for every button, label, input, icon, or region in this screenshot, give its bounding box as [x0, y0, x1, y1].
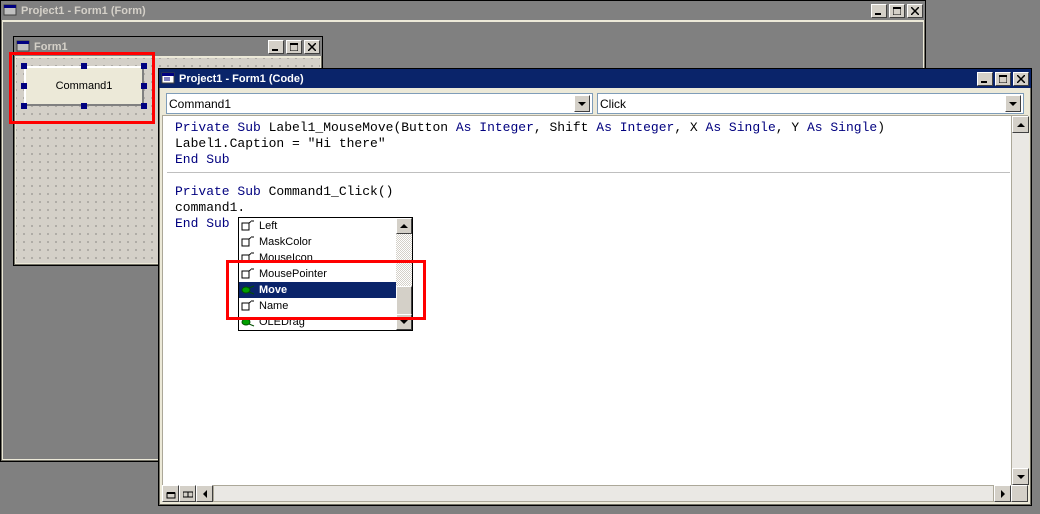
maximize-button[interactable]	[889, 4, 905, 18]
intellisense-item-label: MouseIcon	[259, 252, 313, 264]
horizontal-scrollbar[interactable]	[162, 485, 1028, 502]
procedure-view-button[interactable]	[162, 485, 179, 502]
vertical-scrollbar[interactable]	[1011, 116, 1028, 485]
intellisense-item[interactable]: Left	[239, 218, 396, 234]
intellisense-scrollbar[interactable]	[396, 218, 412, 330]
code-text: Private Sub	[175, 120, 269, 135]
property-icon	[241, 252, 255, 264]
procedure-combobox[interactable]: Click	[597, 93, 1024, 114]
intellisense-item[interactable]: Name	[239, 298, 396, 314]
object-combobox[interactable]: Command1	[166, 93, 593, 114]
code-toolbar: Command1 Click	[162, 91, 1028, 115]
intellisense-scroll-thumb[interactable]	[396, 286, 412, 316]
intellisense-scroll-down[interactable]	[396, 314, 412, 330]
close-button[interactable]	[1013, 72, 1029, 86]
object-combobox-dropdown-button[interactable]	[574, 95, 590, 112]
code-window-icon	[161, 72, 175, 86]
vb-form-icon	[3, 4, 17, 18]
code-window-buttons	[977, 72, 1029, 86]
intellisense-item[interactable]: OLEDrag	[239, 314, 396, 330]
code-window-titlebar[interactable]: Project1 - Form1 (Code)	[159, 69, 1031, 88]
minimize-button[interactable]	[268, 40, 284, 54]
method-icon	[241, 284, 255, 296]
code-window[interactable]: Project1 - Form1 (Code) Command1 Click P…	[158, 68, 1032, 506]
procedure-combobox-text: Click	[600, 97, 1005, 111]
scroll-down-button[interactable]	[1012, 468, 1029, 485]
form-designer-titlebar[interactable]: Form1	[14, 37, 322, 56]
mdi-titlebar[interactable]: Project1 - Form1 (Form)	[1, 1, 925, 20]
code-editor-wrap: Private Sub Label1_MouseMove(Button As I…	[162, 115, 1028, 485]
intellisense-item-label: MaskColor	[259, 236, 312, 248]
intellisense-item-label: Left	[259, 220, 277, 232]
minimize-button[interactable]	[977, 72, 993, 86]
scroll-right-button[interactable]	[994, 485, 1011, 502]
procedure-separator	[167, 172, 1010, 173]
intellisense-item[interactable]: MouseIcon	[239, 250, 396, 266]
form-icon	[16, 40, 30, 54]
intellisense-item-selected[interactable]: Move	[239, 282, 396, 298]
maximize-button[interactable]	[286, 40, 302, 54]
scroll-track[interactable]	[1012, 133, 1029, 468]
intellisense-item[interactable]: MousePointer	[239, 266, 396, 282]
close-button[interactable]	[907, 4, 923, 18]
scroll-left-button[interactable]	[196, 485, 213, 502]
property-icon	[241, 220, 255, 232]
command1-caption: Command1	[56, 80, 113, 92]
minimize-button[interactable]	[871, 4, 887, 18]
form-designer-title-text: Form1	[34, 41, 268, 53]
desktop: Project1 - Form1 (Form) Form1	[0, 0, 1040, 514]
full-module-view-button[interactable]	[179, 485, 196, 502]
size-grip[interactable]	[1011, 485, 1028, 502]
intellisense-scroll-up[interactable]	[396, 218, 412, 234]
intellisense-popup[interactable]: Left MaskColor MouseIcon MousePointer	[238, 217, 413, 331]
scroll-up-button[interactable]	[1012, 116, 1029, 133]
intellisense-item-label: Name	[259, 300, 288, 312]
procedure-combobox-dropdown-button[interactable]	[1005, 95, 1021, 112]
mdi-window-buttons	[871, 4, 923, 18]
maximize-button[interactable]	[995, 72, 1011, 86]
close-button[interactable]	[304, 40, 320, 54]
method-icon	[241, 316, 255, 328]
intellisense-item[interactable]: MaskColor	[239, 234, 396, 250]
code-window-title-text: Project1 - Form1 (Code)	[179, 73, 977, 85]
intellisense-item-label: Move	[259, 284, 287, 296]
object-combobox-text: Command1	[169, 97, 574, 111]
horizontal-scroll-track[interactable]	[213, 485, 994, 502]
property-icon	[241, 300, 255, 312]
intellisense-item-label: MousePointer	[259, 268, 327, 280]
intellisense-list: Left MaskColor MouseIcon MousePointer	[239, 218, 396, 330]
mdi-title-text: Project1 - Form1 (Form)	[21, 5, 871, 17]
command1-button[interactable]: Command1	[24, 66, 144, 106]
form-window-buttons	[268, 40, 320, 54]
intellisense-item-label: OLEDrag	[259, 316, 305, 328]
property-icon	[241, 236, 255, 248]
property-icon	[241, 268, 255, 280]
